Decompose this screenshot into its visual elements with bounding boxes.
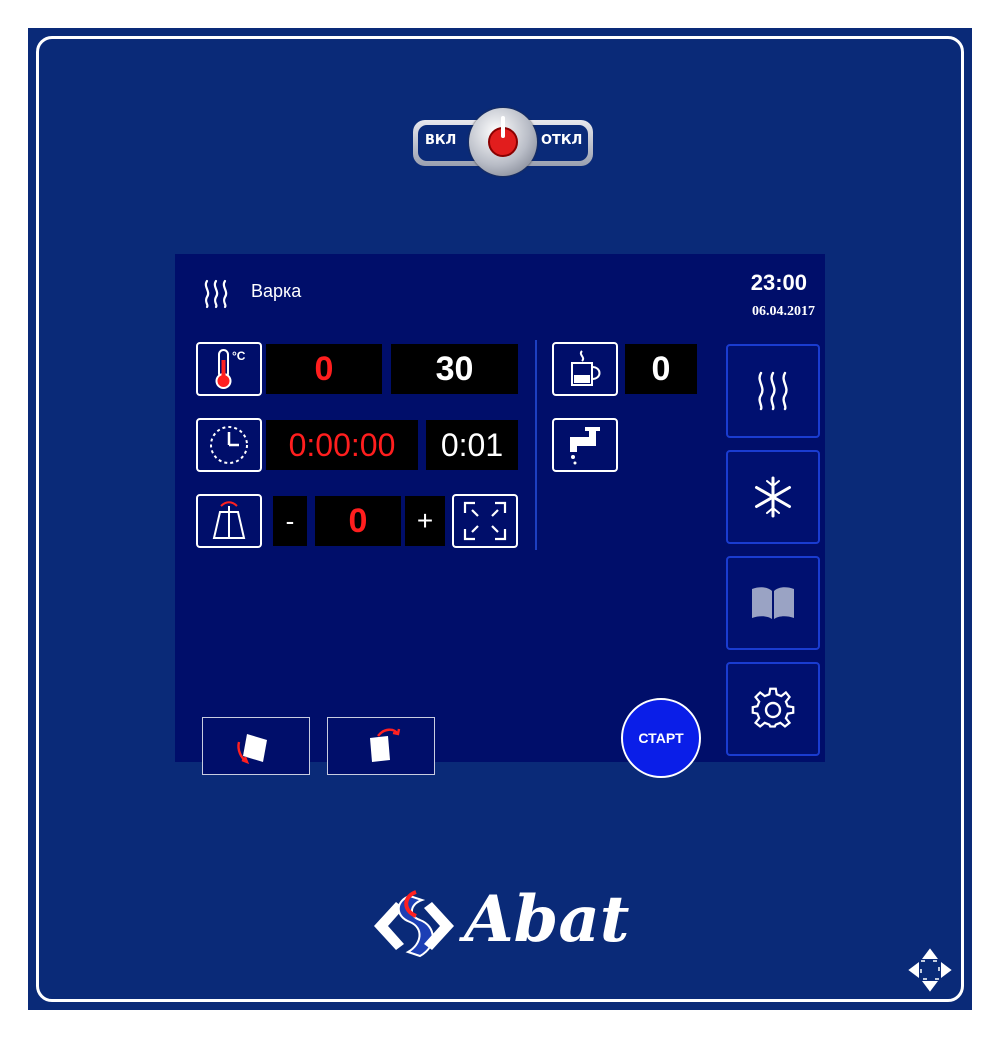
sidebar-cooling-button[interactable] (726, 450, 820, 544)
cup-icon (571, 350, 601, 386)
temperature-setpoint[interactable]: 30 (391, 344, 518, 394)
brand-logo: Abat (366, 882, 636, 966)
humidity-value: 0 (625, 344, 697, 394)
temperature-current: 0 (266, 344, 382, 394)
sidebar-steam-button[interactable] (726, 344, 820, 438)
move-icon[interactable] (906, 946, 954, 999)
power-icon (501, 116, 505, 138)
timer-elapsed: 0:00:00 (266, 420, 418, 470)
expand-button[interactable] (452, 494, 518, 548)
touch-screen: Варка 23:00 06.04.2017 °C 0 30 0:00:00 0… (175, 254, 825, 778)
control-panel: ВКЛ ОТКЛ Варка 23:00 06.04.2017 °C 0 30 … (28, 28, 972, 1010)
temperature-unit: °C (232, 349, 246, 363)
clock-time: 23:00 (750, 270, 807, 295)
power-knob[interactable] (469, 108, 537, 176)
fan-speed-icon (212, 501, 246, 539)
brand-emblem-icon (374, 890, 454, 958)
start-button[interactable]: СТАРТ (621, 698, 701, 778)
power-switch[interactable]: ВКЛ ОТКЛ (413, 108, 593, 178)
container-rotate-left-icon (237, 734, 267, 765)
clock-icon (210, 426, 248, 464)
fan-minus-button[interactable]: - (273, 496, 307, 546)
timer-setpoint[interactable]: 0:01 (426, 420, 518, 470)
fan-speed-value: 0 (315, 496, 401, 546)
clock-date: 06.04.2017 (752, 304, 815, 319)
power-on-label: ВКЛ (425, 133, 457, 148)
expand-icon (463, 501, 507, 541)
column-divider (535, 340, 537, 550)
faucet-icon (570, 427, 600, 465)
rotate-left-button[interactable] (202, 717, 310, 775)
rotate-right-button[interactable] (327, 717, 435, 775)
container-rotate-right-icon (370, 728, 401, 762)
mode-label: Варка (251, 281, 302, 301)
humidity-button[interactable] (552, 342, 618, 396)
sidebar-recipes-button[interactable] (726, 556, 820, 650)
steam-icon (758, 371, 788, 411)
steam-icon (201, 279, 237, 314)
timer-button[interactable] (196, 418, 262, 472)
power-off-label: ОТКЛ (541, 133, 583, 148)
gear-icon (751, 687, 795, 728)
thermometer-icon: °C (215, 349, 246, 389)
water-button[interactable] (552, 418, 618, 472)
temperature-button[interactable]: °C (196, 342, 262, 396)
fan-speed-button[interactable] (196, 494, 262, 548)
sidebar-settings-button[interactable] (726, 662, 820, 756)
book-icon (752, 587, 794, 619)
brand-name: Abat (464, 882, 630, 957)
fan-plus-button[interactable]: + (405, 496, 445, 546)
snowflake-icon (755, 476, 791, 518)
